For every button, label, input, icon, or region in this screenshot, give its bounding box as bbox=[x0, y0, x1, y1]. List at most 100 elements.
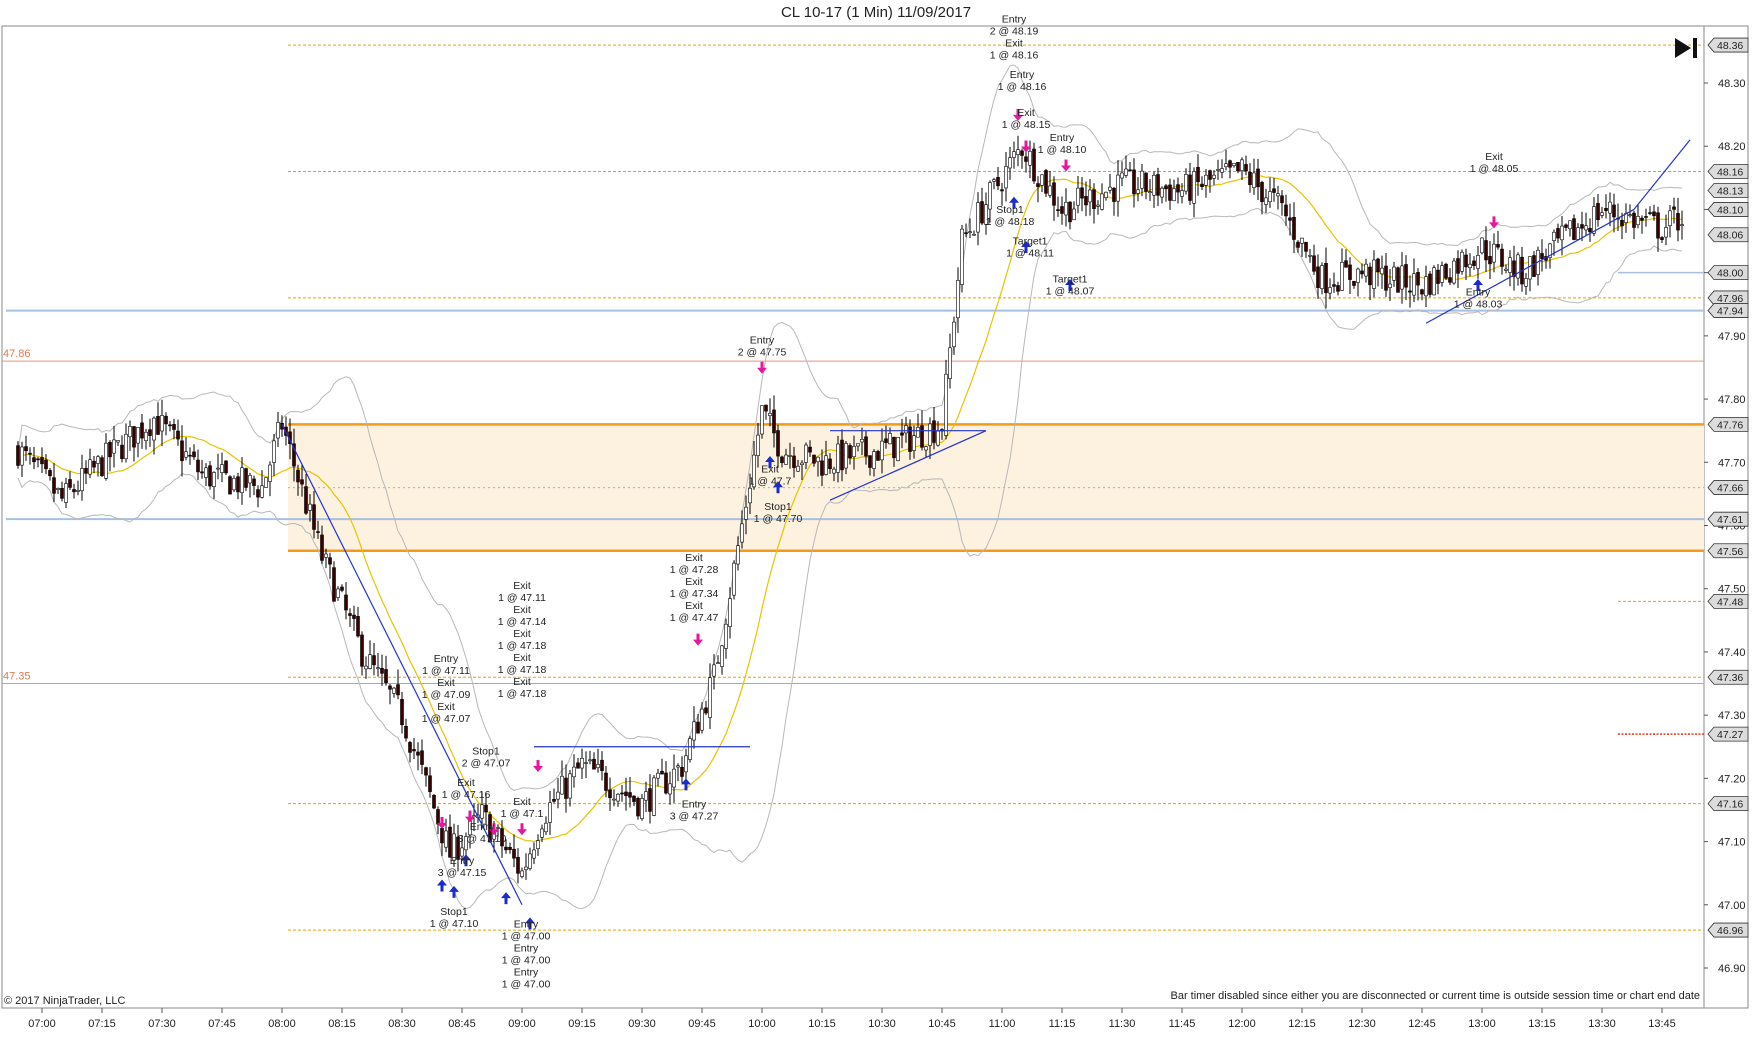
price-marker-text: 47.56 bbox=[1717, 546, 1743, 558]
candle-body bbox=[1664, 227, 1668, 238]
candle-body bbox=[1088, 189, 1092, 203]
candle-body bbox=[1032, 148, 1036, 182]
candle-body bbox=[1432, 267, 1436, 296]
price-marker-label: 47.66 bbox=[1707, 480, 1749, 495]
arrow-shaft bbox=[468, 810, 472, 818]
candle-body bbox=[572, 766, 576, 778]
candle-body bbox=[1240, 159, 1244, 171]
y-tick-label: 47.70 bbox=[1718, 457, 1746, 469]
candle-body bbox=[928, 423, 932, 446]
candle-body bbox=[1420, 289, 1424, 295]
candle-body bbox=[564, 777, 568, 799]
candle-body bbox=[776, 430, 780, 457]
candle-body bbox=[1172, 188, 1176, 202]
supply-zone bbox=[288, 424, 1704, 551]
candle-body bbox=[1288, 217, 1292, 221]
candle-body bbox=[992, 179, 996, 182]
candle-body bbox=[32, 457, 36, 463]
candle-body bbox=[68, 479, 72, 488]
arrow-shaft bbox=[1064, 159, 1068, 167]
trade-label: 1 @ 47.7 bbox=[749, 475, 792, 487]
candle-body bbox=[756, 434, 760, 456]
price-marker-label: 48.13 bbox=[1707, 183, 1749, 198]
candle-body bbox=[176, 430, 180, 440]
candle-body bbox=[696, 721, 700, 734]
candle-body bbox=[1656, 212, 1660, 239]
price-marker-label: 48.16 bbox=[1707, 164, 1749, 179]
price-marker-label: 48.36 bbox=[1707, 37, 1749, 53]
trade-label: 1 @ 47.34 bbox=[670, 588, 719, 600]
candle-body bbox=[1416, 272, 1420, 286]
candle-body bbox=[136, 427, 140, 444]
candle-body bbox=[852, 446, 856, 458]
price-marker-text: 47.76 bbox=[1717, 419, 1743, 431]
candle-body bbox=[1000, 189, 1004, 192]
price-chart[interactable]: 47.8647.35Entry1 @ 47.11Exit1 @ 47.09Exi… bbox=[0, 0, 1752, 1054]
candle-body bbox=[540, 828, 544, 838]
candle-body bbox=[1144, 172, 1148, 192]
candle-body bbox=[1284, 204, 1288, 217]
trade-label: 2 @ 47.75 bbox=[738, 346, 787, 358]
price-marker-label: 47.56 bbox=[1707, 543, 1749, 559]
candle-body bbox=[588, 759, 592, 762]
candle-body bbox=[584, 762, 588, 764]
candle-body bbox=[1132, 169, 1136, 195]
copyright-text: © 2017 NinjaTrader, LLC bbox=[4, 995, 126, 1007]
candle-body bbox=[64, 483, 68, 503]
candle-body bbox=[312, 504, 316, 530]
candle-body bbox=[192, 451, 196, 458]
end-bar[interactable] bbox=[1693, 38, 1697, 58]
candle-body bbox=[1016, 149, 1020, 156]
y-tick-label: 48.30 bbox=[1718, 78, 1746, 90]
candle-body bbox=[244, 468, 248, 488]
arrow-shaft bbox=[684, 783, 688, 791]
candle-body bbox=[180, 440, 184, 462]
candle-body bbox=[28, 452, 32, 455]
candle-body bbox=[1428, 273, 1432, 295]
candle-body bbox=[656, 772, 660, 779]
candle-body bbox=[516, 856, 520, 874]
candle-body bbox=[444, 830, 448, 848]
trade-label: Exit bbox=[513, 628, 531, 640]
trade-label: Entry bbox=[470, 821, 495, 833]
candle-body bbox=[1304, 242, 1308, 252]
candle-body bbox=[692, 721, 696, 741]
candle-body bbox=[172, 424, 176, 430]
trade-label: Stop1 bbox=[764, 501, 792, 513]
arrow-shaft bbox=[440, 884, 444, 892]
candle-body bbox=[340, 586, 344, 591]
candle-body bbox=[400, 699, 404, 725]
trade-label: 1 @ 48.11 bbox=[1006, 248, 1054, 260]
candle-body bbox=[1488, 256, 1492, 265]
candle-body bbox=[416, 751, 420, 756]
trade-label: 3 @ 47.10 bbox=[458, 833, 507, 845]
arrow-shaft bbox=[536, 760, 540, 768]
candle-body bbox=[156, 416, 160, 435]
candle-body bbox=[1192, 171, 1196, 204]
candle-body bbox=[308, 503, 312, 511]
candle-body bbox=[508, 846, 512, 850]
candle-body bbox=[676, 765, 680, 768]
candle-body bbox=[1176, 184, 1180, 193]
candle-body bbox=[1208, 170, 1212, 180]
candle-body bbox=[1596, 203, 1600, 220]
candle-body bbox=[1236, 162, 1240, 172]
candle-body bbox=[1340, 261, 1344, 291]
candle-body bbox=[1248, 171, 1252, 185]
trade-label: Exit bbox=[513, 580, 531, 592]
candle-body bbox=[420, 750, 424, 765]
candle-body bbox=[1580, 224, 1584, 229]
candle-body bbox=[60, 487, 64, 499]
trade-label: 1 @ 48.05 bbox=[1470, 163, 1519, 175]
candle-body bbox=[1400, 265, 1404, 290]
trade-label: 1 @ 47.18 bbox=[498, 664, 547, 676]
candle-body bbox=[184, 451, 188, 458]
arrow-shaft bbox=[696, 633, 700, 641]
candle-body bbox=[1388, 283, 1392, 288]
candle-body bbox=[148, 429, 152, 436]
candle-body bbox=[780, 456, 784, 463]
candle-body bbox=[768, 413, 772, 417]
candle-body bbox=[268, 464, 272, 482]
candle-body bbox=[72, 489, 76, 493]
candle-body bbox=[388, 685, 392, 690]
